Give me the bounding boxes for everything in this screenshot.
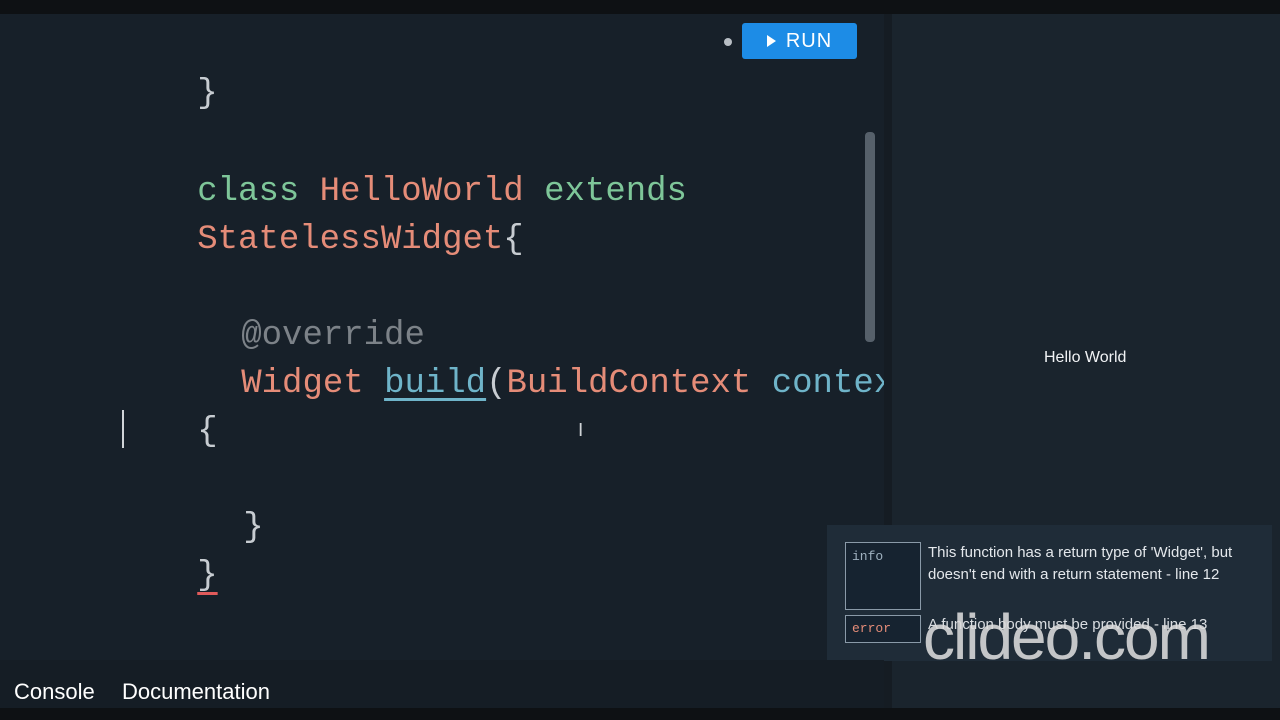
issue-error-tag: error: [845, 615, 921, 643]
code-line-parent: StatelessWidget{: [34, 174, 523, 259]
text-cursor: [122, 410, 124, 448]
keyword-extends: extends: [544, 173, 687, 211]
code-editor[interactable]: } class HelloWorld extends StatelessWidg…: [0, 14, 884, 660]
tab-documentation[interactable]: Documentation: [122, 679, 270, 705]
status-dot-icon: [724, 38, 732, 46]
app-frame: } class HelloWorld extends StatelessWidg…: [0, 0, 1280, 720]
code-line-class: class HelloWorld extends: [34, 126, 687, 211]
parent-class: StatelessWidget: [197, 221, 504, 259]
return-type: Widget: [241, 365, 364, 403]
output-hello-text: Hello World: [1044, 349, 1127, 366]
param-type: BuildContext: [506, 365, 752, 403]
play-icon: [766, 35, 776, 47]
code-line-method-open: {: [34, 366, 217, 451]
closing-brace: }: [197, 75, 218, 113]
issue-info-tag: info: [845, 542, 921, 610]
top-letterbox: [0, 0, 1280, 14]
ibeam-pointer-icon: I: [578, 420, 584, 441]
class-close-brace: }: [197, 557, 218, 595]
tab-console[interactable]: Console: [14, 679, 95, 705]
method-name: build: [384, 365, 487, 403]
code-line-method-close: }: [80, 462, 263, 547]
method-close-brace: }: [243, 509, 264, 547]
method-open-brace: {: [197, 413, 218, 451]
class-open-brace: {: [503, 221, 524, 259]
code-line-fragment: }: [34, 28, 217, 113]
issue-info-message[interactable]: This function has a return type of 'Widg…: [928, 542, 1258, 586]
param-name: context: [771, 365, 884, 403]
code-line-annotation: @override: [78, 270, 425, 355]
run-button[interactable]: RUN: [742, 23, 857, 59]
watermark-logo: clideo.com: [923, 601, 1211, 673]
bottom-letterbox: [0, 708, 1280, 720]
code-text[interactable]: } class HelloWorld extends StatelessWidg…: [34, 14, 884, 595]
bottom-tab-bar: Console Documentation: [0, 660, 884, 708]
open-paren: (: [486, 365, 507, 403]
code-line-method: Widget build(BuildContext context): [78, 318, 884, 403]
editor-scrollbar[interactable]: [865, 132, 875, 342]
code-line-class-close: }: [34, 510, 217, 595]
run-button-label: RUN: [785, 29, 833, 52]
